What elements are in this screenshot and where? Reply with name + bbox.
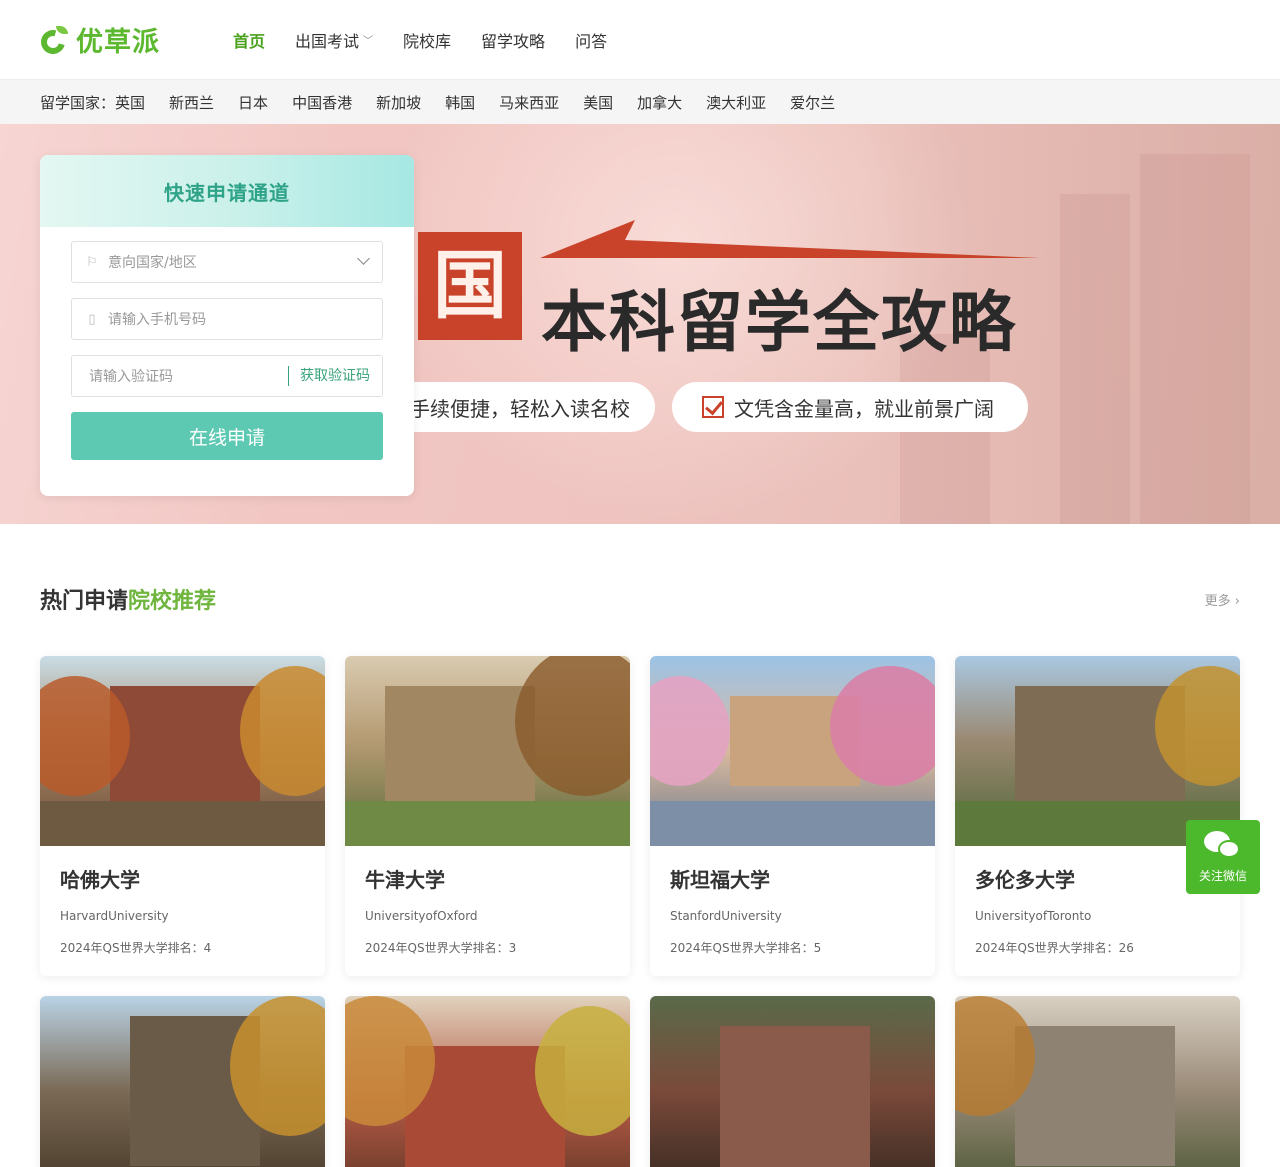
banner-pill-2: 文凭含金量高，就业前景广阔	[672, 382, 1028, 432]
country-link[interactable]: 新西兰	[169, 92, 214, 113]
university-rank: 2024年QS世界大学排名：26	[975, 941, 1134, 955]
university-photo	[955, 656, 1240, 846]
logo-text: 优草派	[76, 27, 160, 58]
university-card[interactable]	[345, 996, 630, 1167]
quick-apply-form: 快速申请通道 ⚐ 意向国家/地区 ▯ 请输入手机号码 请输入验证码 获取验证码 …	[40, 155, 414, 496]
banner-big-char: 国	[418, 232, 522, 340]
chevron-down-icon	[357, 252, 370, 265]
university-photo	[40, 656, 325, 846]
university-rank: 2024年QS世界大学排名：4	[60, 941, 212, 955]
university-card[interactable]: 牛津大学 UniversityofOxford 2024年QS世界大学排名：3	[345, 656, 630, 976]
nav-item-exams[interactable]: 出国考试 ﹀	[295, 28, 373, 52]
code-placeholder: 请输入验证码	[89, 369, 173, 385]
logo-icon	[36, 25, 70, 58]
university-grid: 哈佛大学 HarvardUniversity 2024年QS世界大学排名：4 牛…	[40, 656, 1240, 1167]
university-photo	[955, 996, 1240, 1167]
wechat-follow-button[interactable]: 关注微信	[1186, 820, 1260, 894]
country-link[interactable]: 澳大利亚	[706, 92, 766, 113]
phone-icon: ▯	[88, 311, 96, 327]
flag-icon: ⚐	[86, 254, 98, 270]
university-rank: 2024年QS世界大学排名：5	[670, 941, 822, 955]
university-name: 多伦多大学	[975, 868, 1075, 892]
country-link[interactable]: 爱尔兰	[790, 92, 835, 113]
submit-button[interactable]: 在线申请	[71, 412, 383, 460]
region-select[interactable]: ⚐ 意向国家/地区	[71, 241, 383, 283]
nav-item-schools[interactable]: 院校库	[403, 28, 451, 52]
checkbox-icon	[702, 396, 724, 418]
nav-item-guides[interactable]: 留学攻略	[481, 28, 545, 52]
site-header: 优草派 首页 出国考试 ﹀ 院校库 留学攻略 问答	[0, 0, 1280, 80]
country-link[interactable]: 美国	[583, 92, 613, 113]
university-photo	[40, 996, 325, 1167]
banner-swoosh-icon	[540, 220, 1040, 258]
country-link[interactable]: 英国	[115, 92, 145, 113]
university-rank: 2024年QS世界大学排名：3	[365, 941, 517, 955]
form-header: 快速申请通道	[40, 155, 414, 227]
university-photo	[345, 996, 630, 1167]
country-bar-label: 留学国家：	[40, 93, 116, 112]
region-placeholder: 意向国家/地区	[108, 255, 197, 271]
section-title: 热门申请院校推荐	[40, 589, 217, 614]
logo[interactable]: 优草派	[36, 20, 230, 59]
country-link[interactable]: 马来西亚	[499, 92, 559, 113]
university-card[interactable]: 哈佛大学 HarvardUniversity 2024年QS世界大学排名：4	[40, 656, 325, 976]
code-field[interactable]: 请输入验证码 获取验证码	[71, 355, 383, 397]
university-en-name: StanfordUniversity	[670, 909, 782, 923]
country-link[interactable]: 日本	[238, 92, 268, 113]
country-bar: 留学国家： 英国 新西兰 日本 中国香港 新加坡 韩国 马来西亚 美国 加拿大 …	[0, 80, 1280, 124]
nav-item-qa[interactable]: 问答	[575, 28, 607, 52]
university-card[interactable]: 多伦多大学 UniversityofToronto 2024年QS世界大学排名：…	[955, 656, 1240, 976]
section-header: 热门申请院校推荐 更多 ›	[40, 583, 1240, 615]
more-link[interactable]: 更多 ›	[1205, 590, 1240, 609]
university-en-name: UniversityofOxford	[365, 909, 478, 923]
chevron-down-icon: ﹀	[363, 36, 374, 47]
university-name: 牛津大学	[365, 868, 445, 892]
wechat-icon	[1204, 830, 1242, 861]
university-en-name: UniversityofToronto	[975, 909, 1092, 923]
university-card[interactable]: 斯坦福大学 StanfordUniversity 2024年QS世界大学排名：5	[650, 656, 935, 976]
country-link[interactable]: 新加坡	[376, 92, 421, 113]
country-link[interactable]: 加拿大	[637, 92, 682, 113]
phone-field[interactable]: ▯ 请输入手机号码	[71, 298, 383, 340]
university-photo	[650, 656, 935, 846]
banner-pill-1: 手续便捷，轻松入读名校	[380, 382, 655, 432]
university-photo	[345, 656, 630, 846]
university-name: 斯坦福大学	[670, 868, 770, 892]
wechat-label: 关注微信	[1198, 868, 1247, 883]
country-link[interactable]: 韩国	[445, 92, 475, 113]
university-card[interactable]	[40, 996, 325, 1167]
banner-title: 本科留学全攻略	[541, 284, 1017, 361]
nav-item-home[interactable]: 首页	[233, 28, 265, 52]
university-name: 哈佛大学	[60, 868, 140, 892]
banner-building	[1140, 154, 1250, 524]
university-en-name: HarvardUniversity	[60, 909, 169, 923]
get-code-button[interactable]: 获取验证码	[288, 366, 370, 386]
university-photo	[650, 996, 935, 1167]
main-nav: 首页 出国考试 ﹀ 院校库 留学攻略 问答	[233, 28, 637, 52]
university-card[interactable]	[955, 996, 1240, 1167]
country-link[interactable]: 中国香港	[292, 92, 352, 113]
banner-building	[1060, 194, 1130, 524]
form-title: 快速申请通道	[164, 180, 290, 205]
university-card[interactable]	[650, 996, 935, 1167]
phone-placeholder: 请输入手机号码	[108, 312, 206, 328]
